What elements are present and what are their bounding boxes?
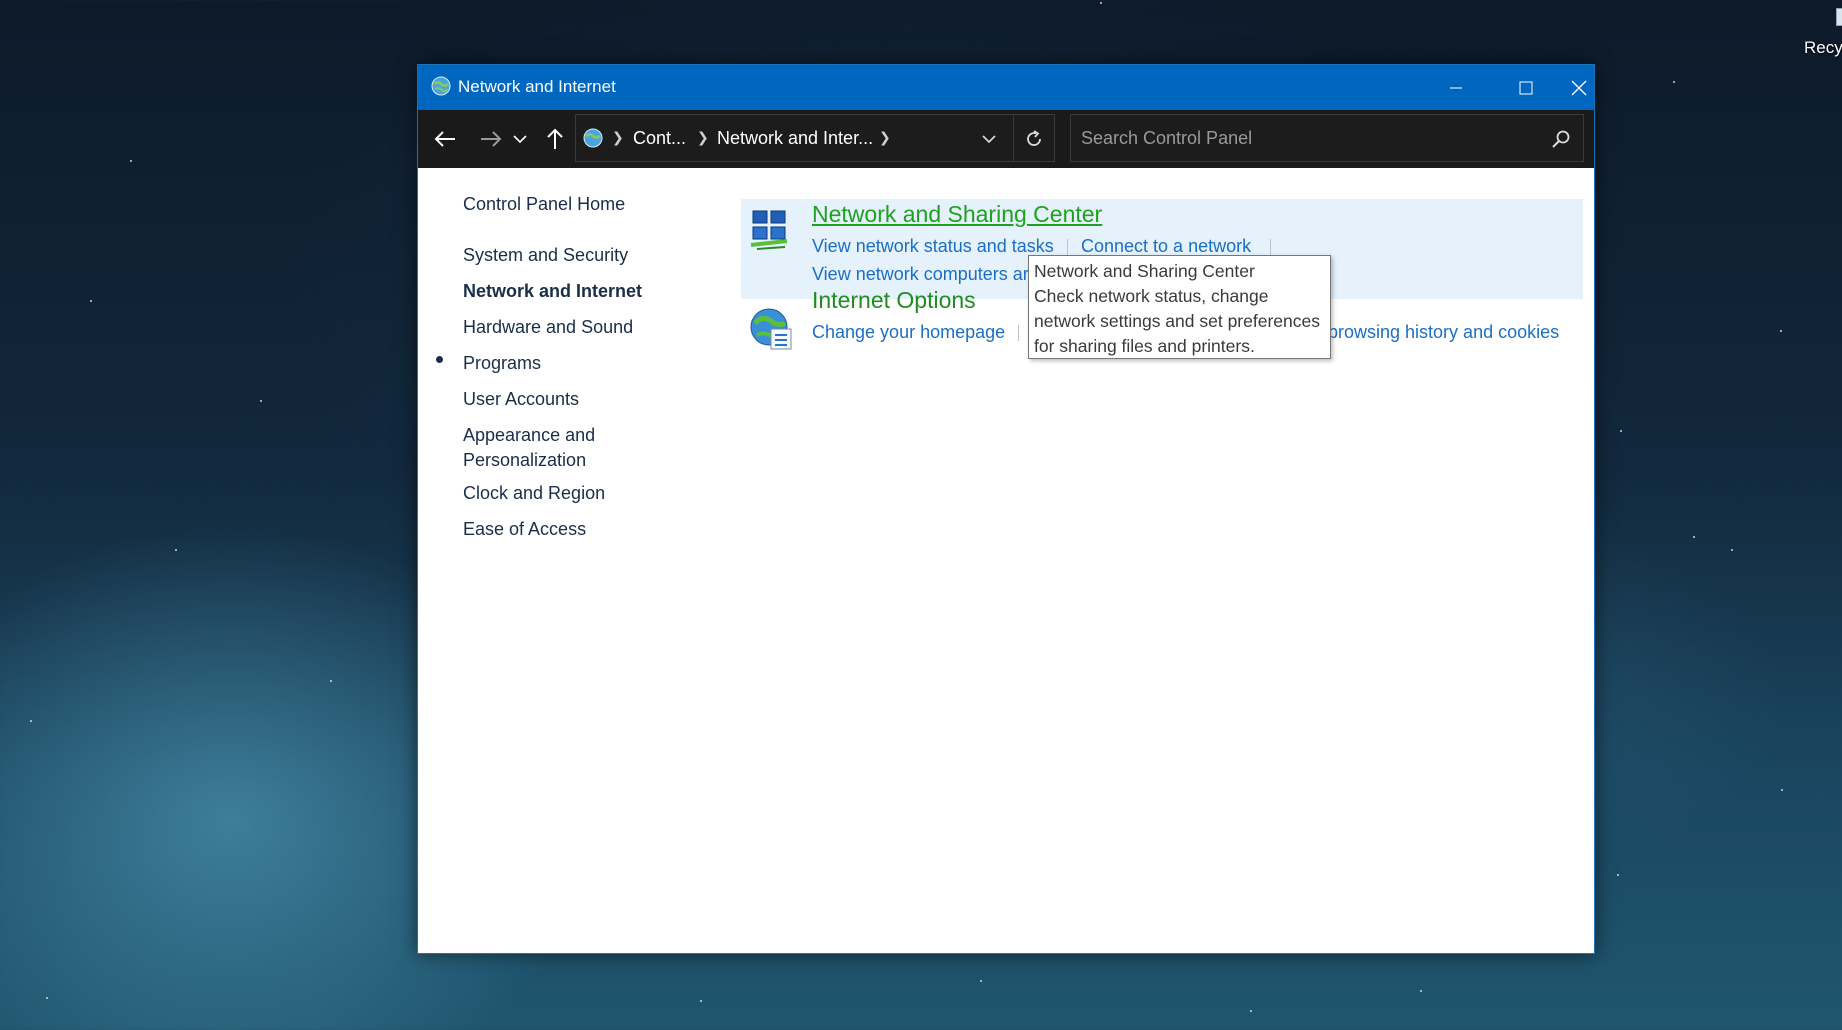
up-button[interactable] (540, 124, 570, 154)
active-bullet (436, 356, 443, 363)
network-sharing-icon[interactable] (747, 205, 797, 255)
navigation-toolbar: ❯ Cont... ❯ Network and Inter... ❯ (418, 110, 1594, 168)
sidebar-item-label: Appearance and (463, 425, 596, 445)
chevron-down-icon (982, 135, 996, 144)
chevron-right-icon[interactable]: ❯ (612, 130, 624, 146)
control-panel-window: Network and Internet ❯ Cont... ❯ Network… (417, 64, 1595, 954)
sidebar-item-hardware-sound[interactable]: Hardware and Sound (463, 315, 633, 340)
address-divider (1013, 115, 1014, 161)
sidebar-item-system-security[interactable]: System and Security (463, 243, 628, 268)
link-separator (1018, 325, 1019, 341)
forward-button[interactable] (476, 124, 506, 154)
breadcrumb-control-panel[interactable]: Cont... (633, 128, 686, 149)
link-change-homepage[interactable]: Change your homepage (812, 322, 1005, 343)
tooltip-line: Network and Sharing Center (1034, 261, 1255, 281)
sidebar-item-control-panel-home[interactable]: Control Panel Home (463, 192, 625, 217)
tooltip-network-sharing: Network and Sharing Center Check network… (1028, 255, 1331, 359)
sidebar-item-clock-region[interactable]: Clock and Region (463, 481, 605, 506)
refresh-button[interactable] (1021, 126, 1047, 152)
refresh-icon (1027, 130, 1041, 146)
category-title-internet-options[interactable]: Internet Options (812, 287, 976, 314)
back-button[interactable] (430, 124, 460, 154)
chevron-right-icon[interactable]: ❯ (879, 130, 891, 146)
window-title: Network and Internet (458, 77, 616, 96)
internet-options-icon[interactable] (747, 305, 797, 355)
sidebar-item-network-internet[interactable]: Network and Internet (463, 279, 642, 304)
globe-network-icon (430, 75, 452, 97)
tooltip-line: network settings and set preferences (1034, 311, 1320, 331)
close-button[interactable] (1561, 65, 1596, 110)
tooltip-line: Check network status, change (1034, 286, 1269, 306)
minimize-icon (1450, 87, 1462, 88)
link-separator (1067, 239, 1068, 255)
tooltip-line: for sharing files and printers. (1034, 336, 1255, 356)
link-view-network-computers[interactable]: View network computers ar (812, 264, 1029, 285)
recycle-bin-desktop-icon[interactable]: Recyc (1800, 0, 1842, 60)
address-bar[interactable]: ❯ Cont... ❯ Network and Inter... ❯ (575, 114, 1055, 162)
minimize-button[interactable] (1421, 65, 1491, 110)
sidebar-item-programs[interactable]: Programs (463, 351, 541, 376)
sidebar-item-user-accounts[interactable]: User Accounts (463, 387, 579, 412)
maximize-icon (1519, 81, 1533, 94)
maximize-button[interactable] (1491, 65, 1561, 110)
sidebar-item-ease-of-access[interactable]: Ease of Access (463, 517, 586, 542)
search-box[interactable] (1070, 114, 1584, 162)
recycle-bin-icon (1836, 8, 1842, 26)
breadcrumb-network-internet[interactable]: Network and Inter... (717, 128, 873, 149)
chevron-right-icon[interactable]: ❯ (697, 130, 709, 146)
chevron-down-icon (513, 135, 527, 144)
category-title-network-sharing[interactable]: Network and Sharing Center (812, 201, 1102, 228)
link-connect-to-network[interactable]: Connect to a network (1081, 236, 1251, 257)
close-icon (1571, 80, 1586, 95)
link-view-network-status[interactable]: View network status and tasks (812, 236, 1054, 257)
search-icon[interactable] (1549, 127, 1573, 151)
link-separator (1270, 239, 1271, 255)
arrow-up-icon (547, 128, 563, 149)
recent-locations-button[interactable] (510, 124, 530, 154)
search-input[interactable] (1081, 125, 1521, 151)
address-dropdown-button[interactable] (976, 127, 1002, 151)
title-bar[interactable]: Network and Internet (418, 65, 1594, 110)
sidebar-item-appearance[interactable]: Appearance and Personalization (463, 423, 595, 473)
link-browsing-history-cookies[interactable]: browsing history and cookies (1328, 322, 1559, 343)
arrow-right-icon (481, 131, 502, 147)
recycle-bin-label: Recyc (1804, 38, 1842, 57)
arrow-left-icon (434, 131, 455, 147)
globe-network-icon (582, 127, 604, 149)
sidebar-item-label: Personalization (463, 450, 587, 470)
